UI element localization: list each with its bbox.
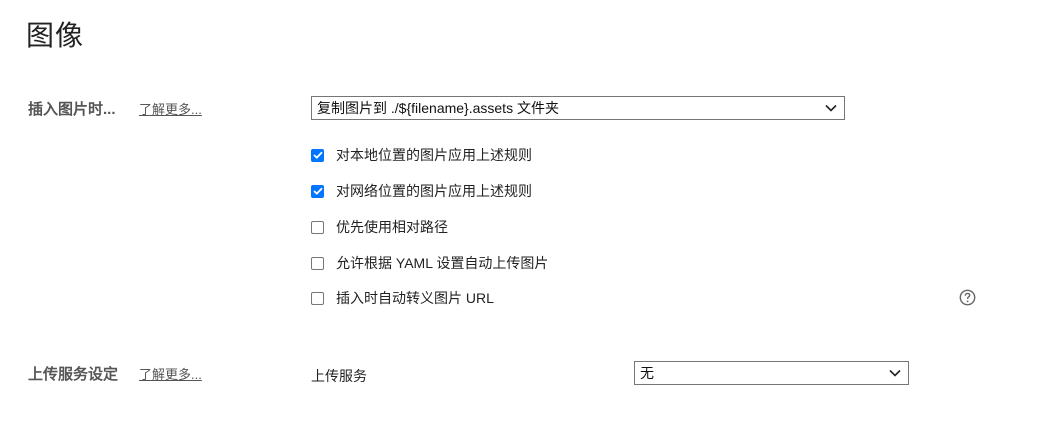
question-circle-icon[interactable]: [959, 289, 976, 306]
yaml-upload-checkbox[interactable]: [311, 256, 324, 270]
apply-local-label: 对本地位置的图片应用上述规则: [336, 147, 532, 163]
insert-action-select[interactable]: 复制图片到 ./${filename}.assets 文件夹: [311, 96, 845, 120]
upload-service-select-value: 无: [640, 365, 654, 381]
option-escape-url[interactable]: 插入时自动转义图片 URL: [311, 288, 494, 308]
check-icon: [312, 151, 323, 159]
insert-learn-more-link[interactable]: 了解更多...: [139, 99, 202, 118]
upload-service-select[interactable]: 无: [634, 361, 909, 385]
option-yaml-upload[interactable]: 允许根据 YAML 设置自动上传图片: [311, 253, 548, 273]
apply-network-label: 对网络位置的图片应用上述规则: [336, 183, 532, 199]
upload-service-label: 上传服务: [311, 368, 367, 384]
relative-path-label: 优先使用相对路径: [336, 219, 448, 235]
chevron-down-icon: [889, 369, 901, 377]
insert-section-label: 插入图片时...: [28, 101, 116, 118]
escape-url-checkbox[interactable]: [311, 291, 324, 305]
yaml-upload-label: 允许根据 YAML 设置自动上传图片: [336, 255, 549, 271]
image-settings-page: 图像 插入图片时... 了解更多... 复制图片到 ./${filename}.…: [0, 0, 1045, 424]
page-title: 图像: [26, 20, 85, 51]
relative-path-checkbox[interactable]: [311, 220, 324, 234]
option-apply-local[interactable]: 对本地位置的图片应用上述规则: [311, 145, 532, 165]
apply-local-checkbox[interactable]: [311, 148, 324, 162]
upload-section-label: 上传服务设定: [28, 366, 119, 383]
upload-learn-more-link[interactable]: 了解更多...: [139, 364, 202, 383]
option-apply-network[interactable]: 对网络位置的图片应用上述规则: [311, 181, 532, 201]
apply-network-checkbox[interactable]: [311, 184, 324, 198]
chevron-down-icon: [825, 104, 837, 112]
check-icon: [312, 187, 323, 195]
insert-action-select-value: 复制图片到 ./${filename}.assets 文件夹: [317, 100, 559, 116]
escape-url-label: 插入时自动转义图片 URL: [336, 290, 494, 306]
option-relative-path[interactable]: 优先使用相对路径: [311, 217, 448, 237]
